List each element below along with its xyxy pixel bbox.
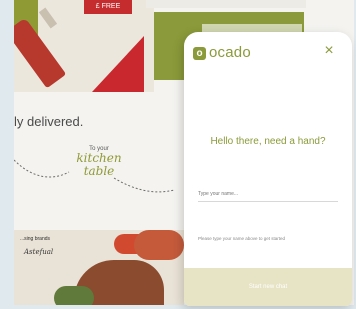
chat-header: o ocado × [184,32,352,76]
name-input[interactable] [198,186,338,202]
ocado-logo-text: ocado [209,44,251,61]
brands-label: ...sing brands [20,236,51,242]
name-hint: Please type your name above to get start… [198,236,286,241]
food-promo-image[interactable]: ...sing brands Astefual [14,230,184,305]
chat-widget: o ocado × Hello there, need a hand? Plea… [184,32,352,306]
chat-greeting: Hello there, need a hand? [210,136,326,147]
promo-tag: £ FREE [84,0,132,14]
promo-strip [146,0,306,8]
brand-script-logo: Astefual [24,248,54,256]
delivery-headline: ly delivered. [14,114,84,129]
promo-banner-left[interactable]: £ FREE [14,0,154,92]
sauce-bottle-image [14,17,67,89]
red-triangle-graphic [92,36,144,92]
start-chat-button[interactable]: Start new chat [184,268,352,306]
food-image [134,230,184,260]
ocado-logo-icon: o [193,47,206,60]
kitchen-table-text: To your kitchen table [54,146,144,178]
table-label: table [83,164,115,178]
greens-image [54,286,94,305]
close-icon[interactable]: × [320,42,338,60]
screen: £ FREE ly delivered. To your kitchen tab… [0,0,356,309]
bottle-neck-image [38,7,58,29]
